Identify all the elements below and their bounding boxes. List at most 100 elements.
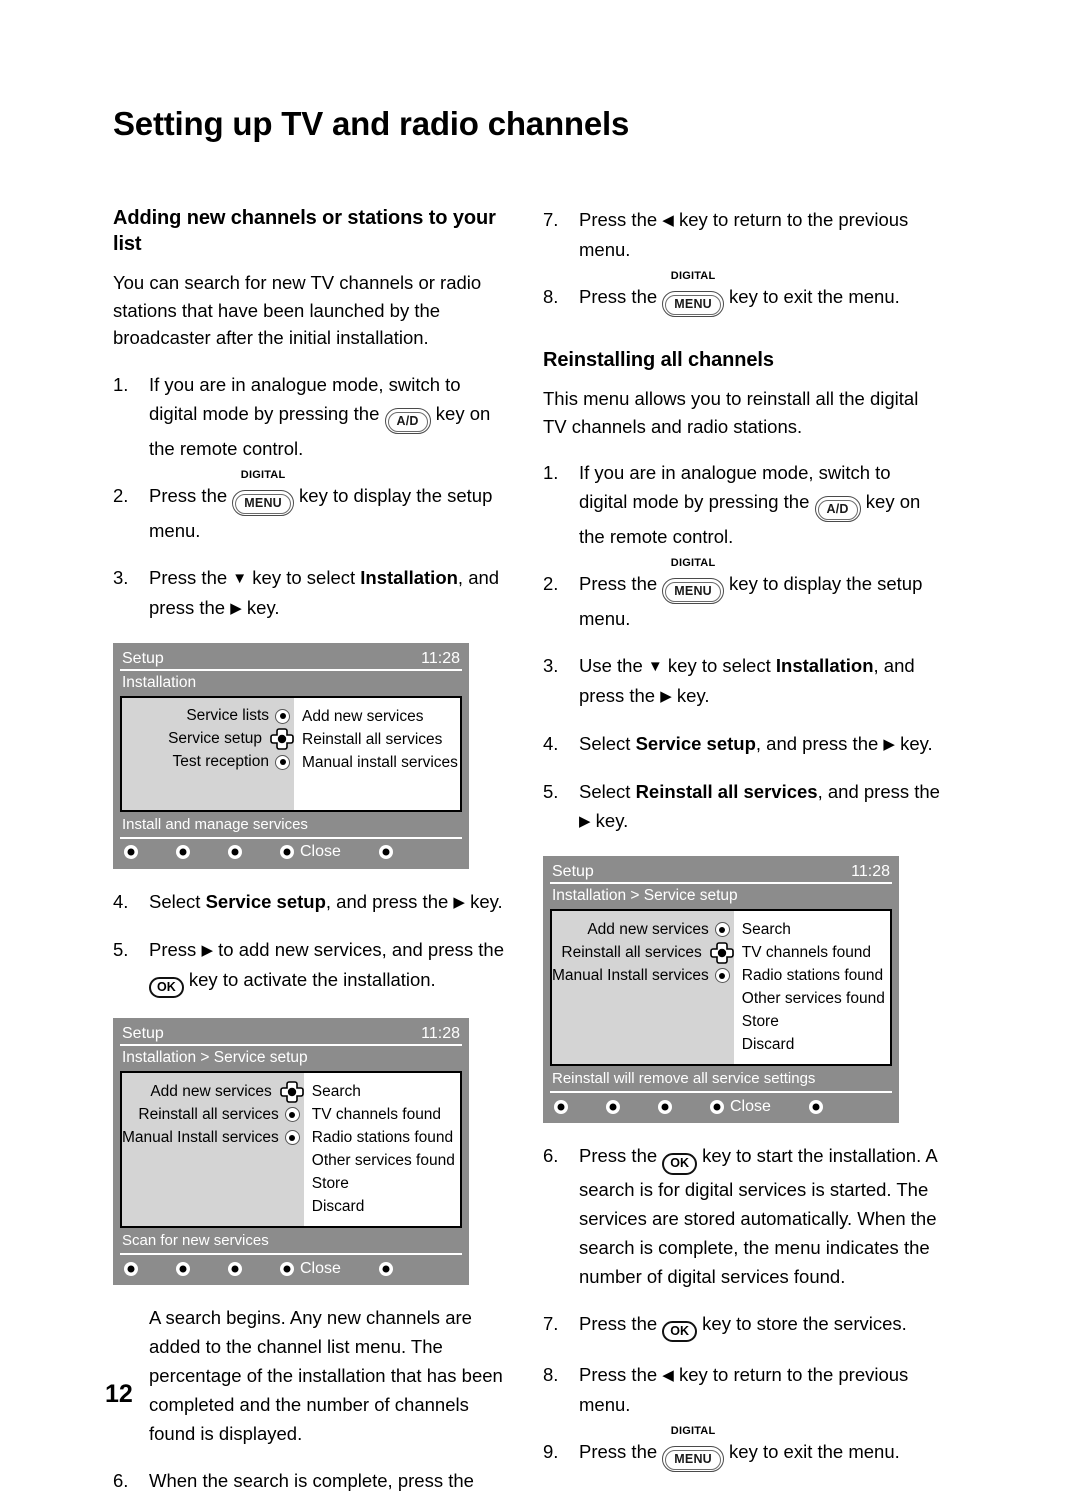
tv-menu-button[interactable] xyxy=(124,1261,138,1276)
tv-menu-clock: 11:28 xyxy=(421,649,460,667)
page-title: Setting up TV and radio channels xyxy=(113,105,630,142)
step-text: When the search is complete, press the O… xyxy=(149,1470,474,1491)
section-heading-reinstalling: Reinstalling all channels xyxy=(543,349,774,372)
step-number: 8. xyxy=(543,1364,559,1386)
step-text: Select Service setup, and press the ▶ ke… xyxy=(149,890,503,912)
steps-list-left-2: 4. Select Service setup, and press the ▶… xyxy=(113,887,513,999)
step-text: If you are in analogue mode, switch to d… xyxy=(149,373,491,459)
tv-menu-body: Add new services Reinstall all services Ma… xyxy=(120,1071,462,1229)
tv-menu-button[interactable] xyxy=(176,845,190,860)
step-number: 7. xyxy=(543,209,559,230)
tv-menu-title: Setup xyxy=(122,649,164,667)
step-number: 5. xyxy=(543,781,559,803)
tv-menu-installation[interactable]: Setup 11:28 Installation Service lists Se… xyxy=(113,642,469,869)
tv-menu-button-close[interactable]: Close xyxy=(280,843,341,861)
color-button-icon xyxy=(228,845,242,860)
tv-menu-option-label: Service setup xyxy=(168,730,262,748)
tv-menu-detail-item[interactable]: Discard xyxy=(742,1033,890,1056)
tv-menu-option-row[interactable]: Add new services xyxy=(552,918,734,941)
step-number: 3. xyxy=(543,655,559,677)
tv-menu-status: Install and manage services xyxy=(120,812,462,839)
tv-menu-option-row[interactable]: Manual Install services xyxy=(122,1126,304,1149)
direction-arrow-icon: ◀ xyxy=(662,1367,674,1385)
tv-menu-option-row[interactable]: Manual Install services xyxy=(552,964,734,987)
tv-menu-button[interactable] xyxy=(228,1261,242,1276)
tv-menu-detail-item[interactable]: Radio stations found xyxy=(742,964,890,987)
step-number: 9. xyxy=(543,1441,559,1463)
tv-menu-detail-item[interactable]: Store xyxy=(742,1010,890,1033)
tv-menu-option-label: Service lists xyxy=(186,707,269,725)
color-button-icon xyxy=(228,1261,242,1276)
tv-menu-detail-item[interactable]: Manual install services xyxy=(302,751,460,774)
tv-menu-option-row[interactable]: Reinstall all services xyxy=(552,941,734,964)
tv-menu-detail-item[interactable]: TV channels found xyxy=(742,941,890,964)
emphasis-text: Reinstall all services xyxy=(635,781,818,803)
step-number: 7. xyxy=(543,1312,559,1334)
tv-menu-button-bar: Close xyxy=(120,1255,462,1280)
step-item: 9. Press the DIGITAL MENU key to exit the… xyxy=(543,1426,943,1473)
tv-menu-option-row[interactable]: Service setup xyxy=(122,728,294,751)
remote-key-digital-label: DIGITAL xyxy=(240,468,286,481)
color-button-icon xyxy=(378,845,393,860)
tv-menu-button[interactable] xyxy=(228,845,242,860)
tv-menu-option-label: Manual Install services xyxy=(122,1128,279,1146)
tv-menu-option-label: Reinstall all services xyxy=(561,943,702,961)
step-number: 6. xyxy=(113,1470,129,1491)
step-text: Press the DIGITAL MENU key to display the… xyxy=(149,468,493,541)
step-number: 1. xyxy=(113,373,129,395)
tv-menu-detail-item[interactable]: Search xyxy=(312,1080,460,1103)
step-item: 7. Press the OK key to store the service… xyxy=(543,1309,943,1343)
tv-menu-detail-item[interactable]: Store xyxy=(312,1172,460,1195)
remote-key-label: MENU xyxy=(665,295,721,316)
step-item: 4. Select Service setup, and press the ▶… xyxy=(543,729,943,759)
step-text: Use the ▼ key to select Installation, an… xyxy=(579,655,915,707)
bullet-dot-icon xyxy=(284,1130,300,1146)
color-button-icon xyxy=(124,1261,138,1276)
tv-menu-option-row[interactable]: Test reception xyxy=(122,751,294,774)
tv-menu-detail-item[interactable]: Search xyxy=(742,918,890,941)
tv-menu-button[interactable] xyxy=(378,845,393,860)
tv-menu-service-setup-reinstall[interactable]: Setup 11:28 Installation > Service setup… xyxy=(543,856,899,1124)
bullet-dot-icon xyxy=(284,1107,300,1123)
step-item: 5. Press ▶ to add new services, and pres… xyxy=(113,935,513,999)
tv-menu-detail-item[interactable]: Radio stations found xyxy=(312,1126,460,1149)
tv-menu-button-close[interactable]: Close xyxy=(710,1098,771,1116)
remote-key-ok-icon: OK xyxy=(149,976,184,999)
navigation-cursor-icon xyxy=(267,727,297,751)
tv-menu-detail-item[interactable]: TV channels found xyxy=(312,1103,460,1126)
tv-menu-option-row[interactable]: Service lists xyxy=(122,705,294,728)
emphasis-text: Installation xyxy=(360,566,458,588)
tv-menu-button[interactable] xyxy=(658,1099,672,1114)
remote-key-ad-icon: A/D xyxy=(384,407,431,434)
steps-list-right-top: 7. Press the ◀ key to return to the prev… xyxy=(543,205,943,318)
color-button-icon xyxy=(176,845,190,860)
tv-menu-button[interactable] xyxy=(176,1261,190,1276)
intro-paragraph-right: This menu allows you to reinstall all th… xyxy=(543,388,919,437)
tv-menu-detail-item[interactable]: Reinstall all services xyxy=(302,728,460,751)
tv-menu-option-label: Manual Install services xyxy=(552,966,709,984)
tv-menu-detail-item[interactable]: Other services found xyxy=(312,1149,460,1172)
remote-key-digital-label: DIGITAL xyxy=(670,270,716,282)
tv-menu-service-setup-add[interactable]: Setup 11:28 Installation > Service setup… xyxy=(113,1018,469,1286)
tv-menu-option-row[interactable]: Add new services xyxy=(122,1080,304,1103)
tv-menu-button[interactable] xyxy=(606,1099,620,1114)
step-number: 2. xyxy=(113,484,129,506)
tv-menu-button[interactable] xyxy=(378,1261,393,1276)
tv-menu-button[interactable] xyxy=(808,1099,823,1114)
tv-menu-detail-item[interactable]: Add new services xyxy=(302,705,460,728)
tv-menu-button[interactable] xyxy=(124,845,138,860)
tv-menu-detail-item[interactable]: Discard xyxy=(312,1195,460,1218)
remote-key-outline: MENU xyxy=(662,291,724,318)
color-button-icon xyxy=(606,1099,620,1114)
step-number: 2. xyxy=(543,573,559,595)
intro-paragraph-left: You can search for new TV channels or ra… xyxy=(113,272,482,348)
step-item: 2. Press the DIGITAL MENU key to display … xyxy=(543,558,943,633)
step-number: 4. xyxy=(543,733,559,755)
tv-menu-detail-item[interactable]: Other services found xyxy=(742,987,890,1010)
tv-menu-button-close[interactable]: Close xyxy=(280,1260,341,1278)
color-button-icon xyxy=(378,1261,393,1276)
tv-menu-button[interactable] xyxy=(554,1099,568,1114)
direction-arrow-icon: ▶ xyxy=(579,813,591,831)
tv-menu-option-row[interactable]: Reinstall all services xyxy=(122,1103,304,1126)
step-text: Press the OK key to store the services. xyxy=(579,1313,907,1343)
